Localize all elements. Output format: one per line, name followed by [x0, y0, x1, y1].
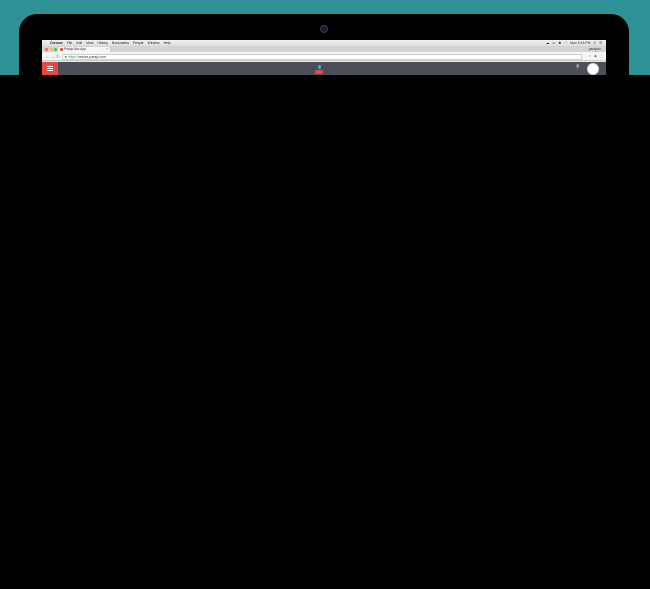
app-header: ⚲ — [42, 62, 606, 75]
hamburger-line-icon — [47, 65, 53, 67]
webcam-dot — [320, 25, 328, 33]
address-bar[interactable]: ■ https://secure.parajo.com — [62, 53, 582, 60]
laptop-bezel — [19, 14, 629, 589]
logo-drop-icon — [317, 65, 321, 69]
toolbar-extensions: ☆ ◆ ⋮ — [586, 54, 603, 59]
browser-toolbar: ← → ↻ ■ https://secure.parajo.com ☆ ◆ ⋮ — [42, 52, 606, 61]
laptop-screen: Chrome File Edit View History Bookmarks … — [42, 40, 606, 75]
app-logo[interactable] — [315, 65, 323, 75]
address-host: secure.parajo.com — [78, 54, 107, 59]
forward-arrow-icon[interactable]: → — [51, 54, 56, 59]
tab-favicon-icon — [60, 48, 63, 51]
tab-title: Parajo Ako App — [64, 47, 86, 51]
hamburger-menu-button[interactable] — [42, 62, 58, 75]
minimize-window-icon[interactable] — [49, 47, 53, 51]
avatar[interactable] — [587, 62, 599, 75]
address-scheme: https:// — [68, 54, 79, 59]
lock-icon: ■ — [64, 54, 67, 59]
browser-menu-icon[interactable]: ⋮ — [599, 54, 603, 59]
hamburger-line-icon — [47, 70, 53, 72]
back-arrow-icon[interactable]: ← — [45, 54, 50, 59]
search-icon[interactable]: ⚲ — [576, 64, 580, 70]
bookmark-star-icon[interactable]: ☆ — [588, 54, 591, 59]
logo-base-icon — [315, 70, 323, 74]
extension-icon[interactable]: ◆ — [594, 54, 597, 59]
reload-icon[interactable]: ↻ — [56, 54, 60, 59]
hamburger-line-icon — [47, 68, 53, 69]
close-window-icon[interactable] — [45, 47, 48, 51]
maximize-window-icon[interactable] — [54, 47, 57, 51]
